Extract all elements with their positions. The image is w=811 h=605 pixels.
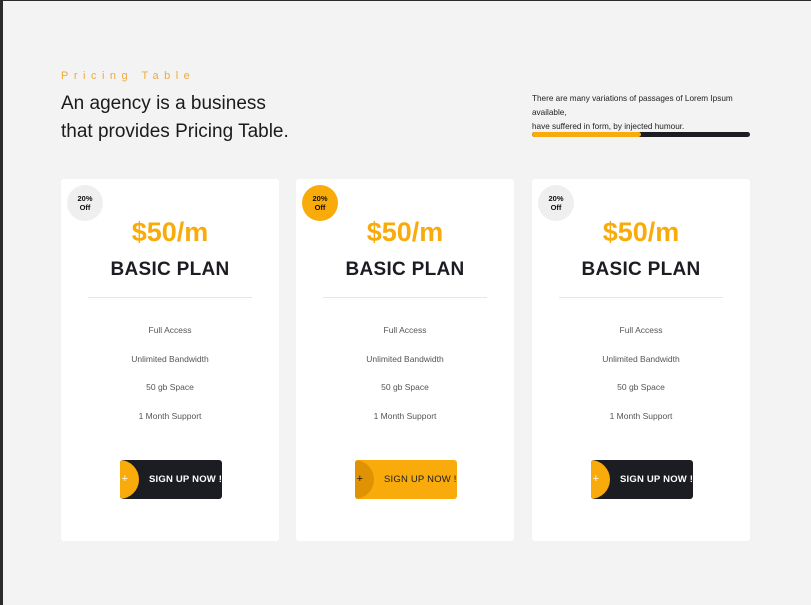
- plus-icon: +: [355, 460, 374, 499]
- card-divider: [559, 297, 723, 298]
- sign-up-button[interactable]: + SIGN UP NOW !: [355, 460, 457, 499]
- plan-features: Full Access Unlimited Bandwidth 50 gb Sp…: [61, 325, 279, 439]
- feature-item: Full Access: [148, 325, 192, 335]
- feature-item: 50 gb Space: [381, 382, 429, 392]
- progress-bar-fill: [532, 132, 641, 137]
- discount-badge-percent: 20%: [77, 194, 93, 203]
- discount-badge: 20% Off: [302, 185, 338, 221]
- sign-up-button[interactable]: + SIGN UP NOW !: [120, 460, 222, 499]
- plus-icon: +: [120, 460, 139, 499]
- section-description: There are many variations of passages of…: [532, 92, 762, 134]
- description-line-1: There are many variations of passages of…: [532, 94, 733, 117]
- feature-item: Unlimited Bandwidth: [131, 353, 209, 364]
- window-border-top: [0, 0, 811, 1]
- feature-item: 1 Month Support: [138, 410, 202, 421]
- plan-price: $50/m: [366, 217, 444, 247]
- plan-features: Full Access Unlimited Bandwidth 50 gb Sp…: [296, 325, 514, 439]
- sign-up-button[interactable]: + SIGN UP NOW !: [591, 460, 693, 499]
- feature-item: 1 Month Support: [609, 410, 673, 421]
- sign-up-button-label: SIGN UP NOW !: [384, 474, 457, 485]
- plan-name: BASIC PLAN: [110, 259, 230, 280]
- discount-badge-percent: 20%: [312, 194, 328, 203]
- feature-item: 1 Month Support: [373, 410, 437, 421]
- pricing-card: 20% Off $50/m BASIC PLAN Full Access Unl…: [532, 179, 750, 541]
- card-divider: [323, 297, 487, 298]
- feature-item: Full Access: [383, 325, 427, 335]
- section-eyebrow: Pricing Table: [61, 70, 196, 82]
- feature-item: Unlimited Bandwidth: [602, 353, 680, 364]
- discount-badge-off: Off: [314, 203, 326, 212]
- section-title-line-2: that provides Pricing Table.: [61, 121, 289, 142]
- discount-badge-percent: 20%: [548, 194, 564, 203]
- section-title-line-1: An agency is a business: [61, 93, 266, 114]
- discount-badge: 20% Off: [538, 185, 574, 221]
- feature-item: Full Access: [619, 325, 663, 335]
- plan-price: $50/m: [131, 217, 209, 247]
- feature-item: 50 gb Space: [146, 382, 194, 392]
- pricing-card: 20% Off $50/m BASIC PLAN Full Access Unl…: [61, 179, 279, 541]
- plan-name: BASIC PLAN: [581, 259, 701, 280]
- sign-up-button-label: SIGN UP NOW !: [620, 474, 693, 485]
- window-border-left: [0, 0, 3, 605]
- progress-bar: [532, 132, 750, 137]
- feature-item: 50 gb Space: [617, 382, 665, 392]
- feature-item: Unlimited Bandwidth: [366, 353, 444, 364]
- plan-name: BASIC PLAN: [345, 259, 465, 280]
- discount-badge-off: Off: [550, 203, 562, 212]
- plus-icon: +: [591, 460, 610, 499]
- plan-price: $50/m: [602, 217, 680, 247]
- card-divider: [88, 297, 252, 298]
- discount-badge: 20% Off: [67, 185, 103, 221]
- sign-up-button-label: SIGN UP NOW !: [149, 474, 222, 485]
- discount-badge-off: Off: [79, 203, 91, 212]
- section-title: An agency is a business that provides Pr…: [61, 90, 321, 146]
- plan-features: Full Access Unlimited Bandwidth 50 gb Sp…: [532, 325, 750, 439]
- pricing-card-featured: 20% Off $50/m BASIC PLAN Full Access Unl…: [296, 179, 514, 541]
